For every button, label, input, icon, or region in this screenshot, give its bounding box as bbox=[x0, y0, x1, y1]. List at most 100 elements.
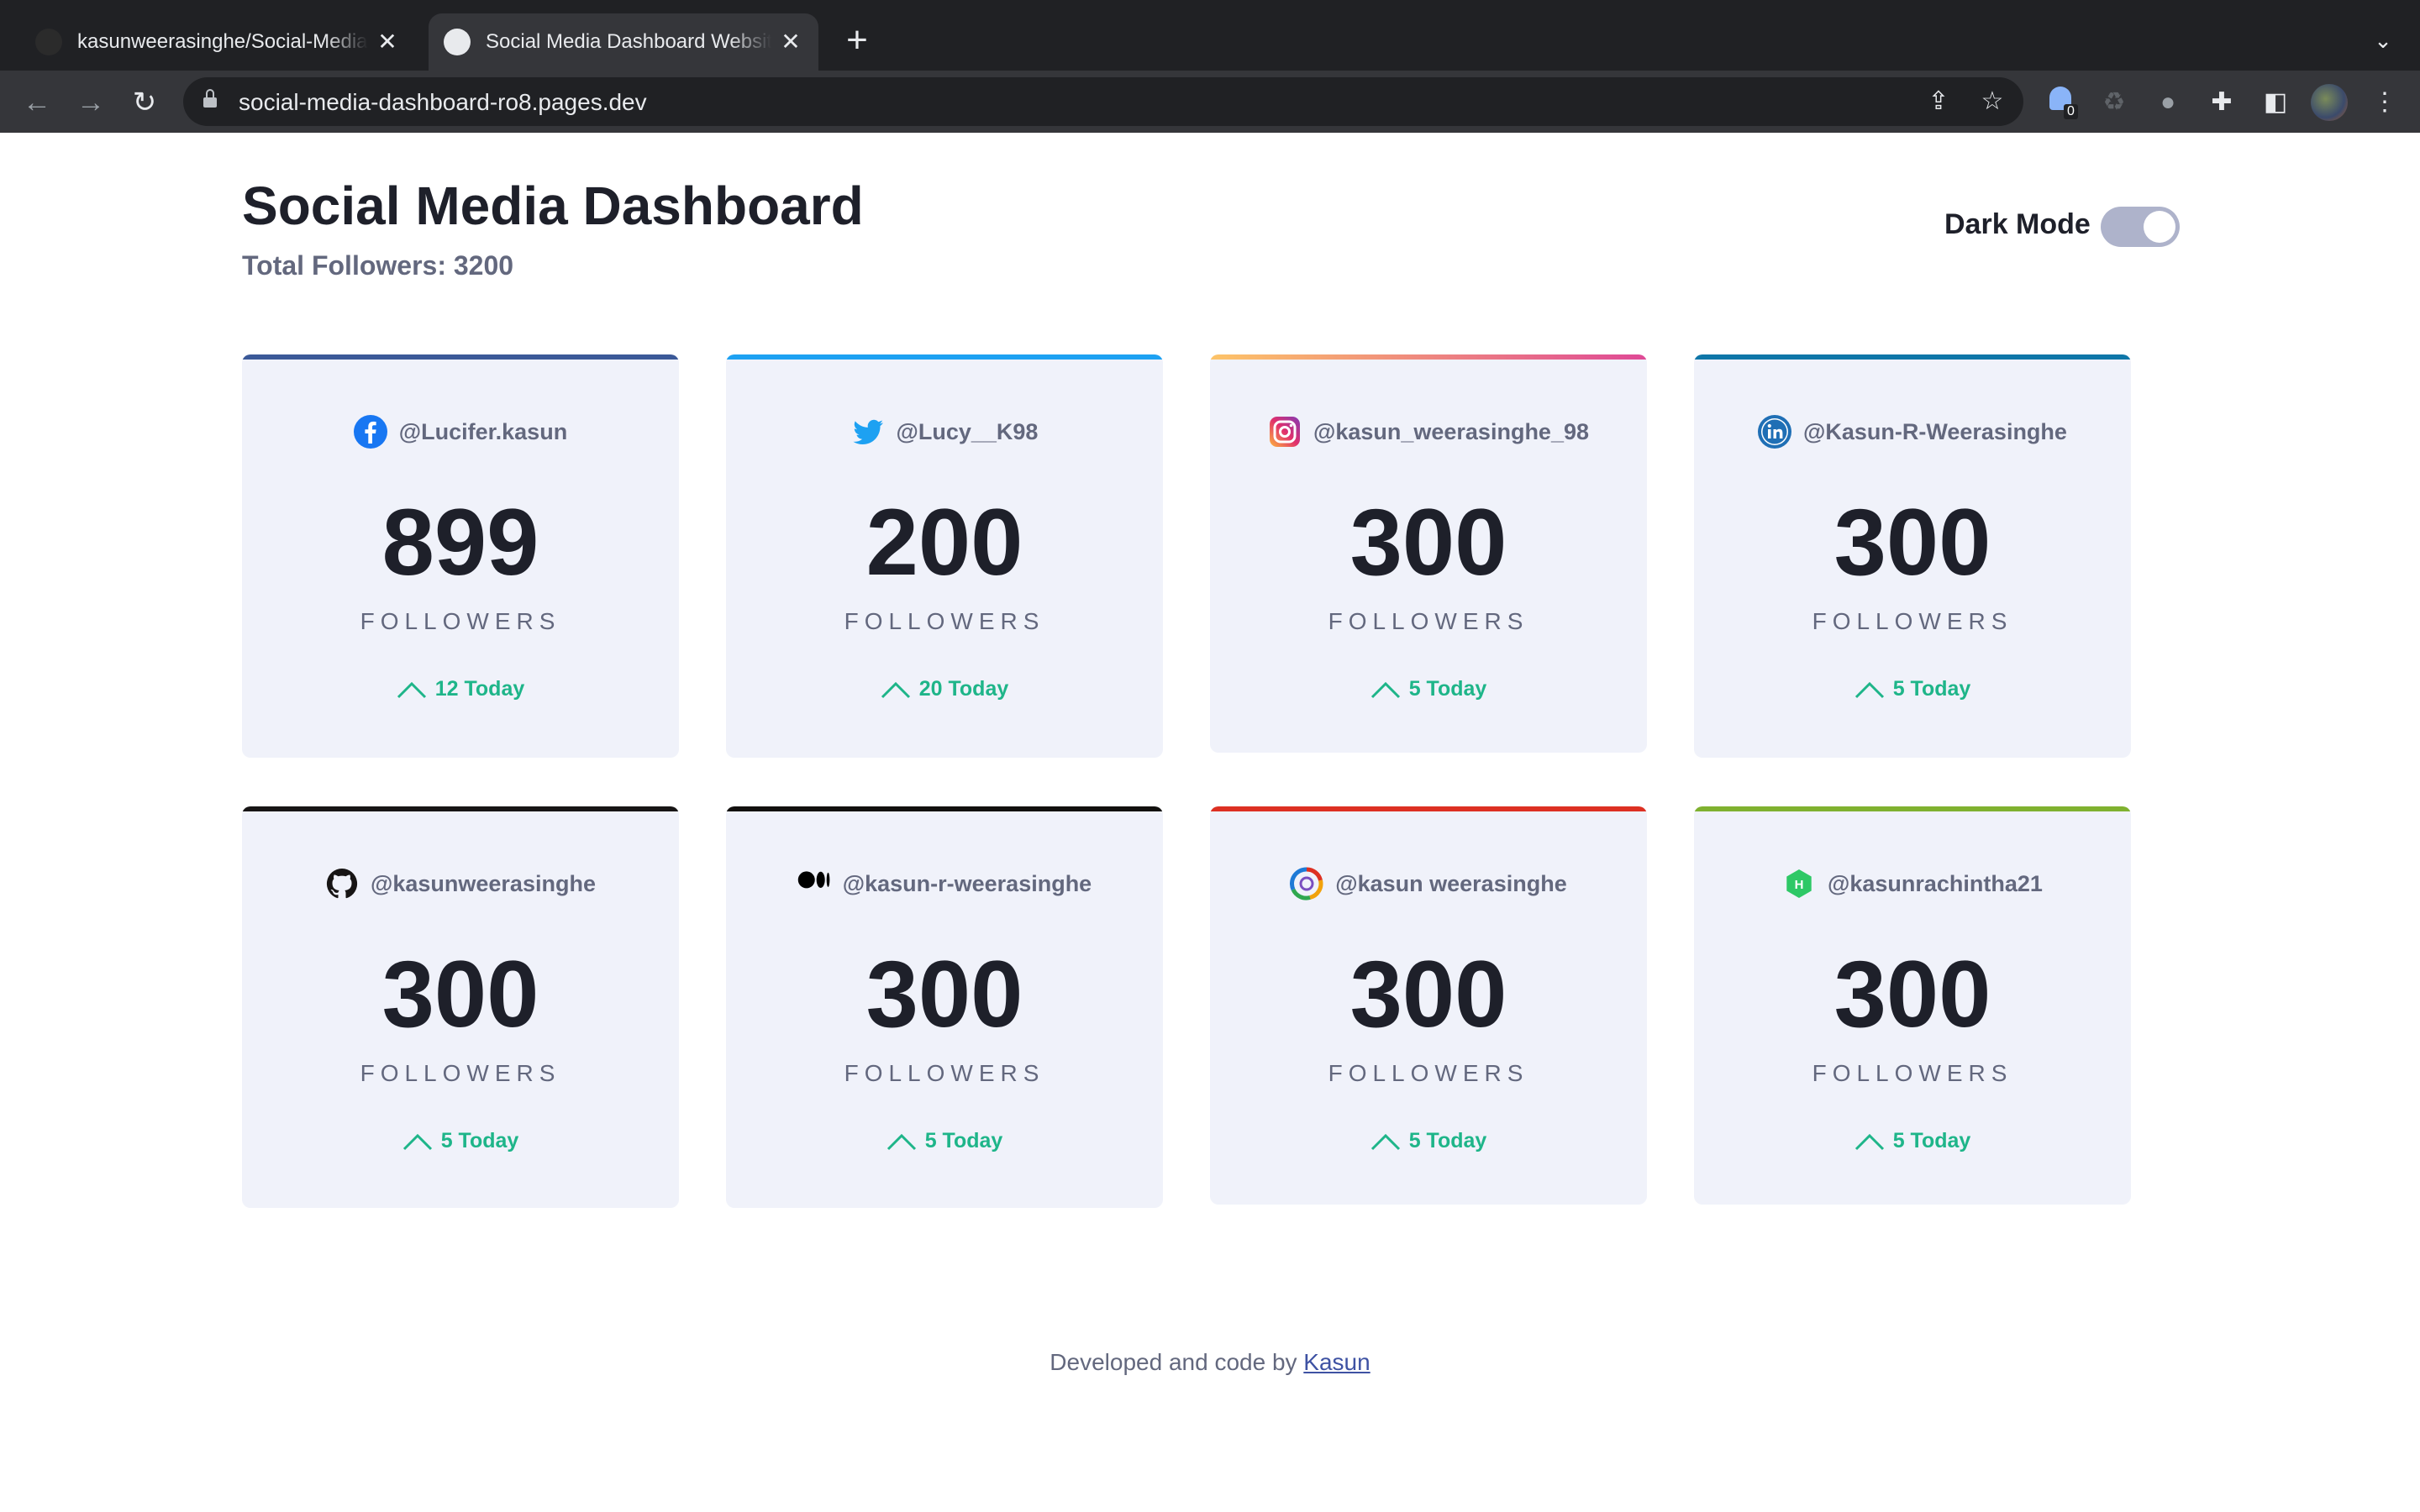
lock-icon bbox=[203, 89, 217, 108]
follower-count: 300 bbox=[1349, 490, 1507, 595]
share-icon[interactable]: ⇪ bbox=[1924, 87, 1953, 116]
card-handle: H @kasunrachintha21 bbox=[1694, 867, 2131, 900]
follower-card[interactable]: @kasun-r-weerasinghe 300 FOLLOWERS 5 Today bbox=[726, 806, 1163, 1208]
today-text: 20 Today bbox=[918, 677, 1009, 701]
card-accent-bar bbox=[1210, 354, 1647, 360]
handle-text: @kasun_weerasinghe_98 bbox=[1313, 418, 1589, 444]
github-icon bbox=[325, 867, 359, 900]
back-icon[interactable]: ← bbox=[18, 84, 55, 121]
card-handle: @kasunweerasinghe bbox=[242, 867, 679, 900]
card-accent-bar bbox=[242, 354, 679, 360]
follower-card[interactable]: @Kasun-R-Weerasinghe 300 FOLLOWERS 5 Today bbox=[1694, 354, 2131, 758]
card-handle: @kasun_weerasinghe_98 bbox=[1210, 415, 1647, 449]
footer: Developed and code by Kasun bbox=[0, 1349, 2420, 1376]
extension-ghost-icon[interactable]: 0 bbox=[2044, 86, 2078, 119]
close-icon[interactable]: ✕ bbox=[375, 29, 400, 55]
total-followers: Total Followers: 3200 bbox=[242, 250, 514, 281]
extension-bottle-icon[interactable]: ● bbox=[2151, 86, 2185, 119]
chevron-down-icon[interactable]: ⌄ bbox=[2368, 25, 2398, 55]
follower-card[interactable]: @kasun weerasinghe 300 FOLLOWERS 5 Today bbox=[1210, 806, 1647, 1205]
arrow-up-icon bbox=[886, 1133, 916, 1150]
tab-title: kasunweerasinghe/Social-Media-Dashboard bbox=[77, 30, 368, 53]
today-text: 5 Today bbox=[440, 1129, 519, 1152]
address-bar[interactable]: social-media-dashboard-ro8.pages.dev ⇪ ☆ bbox=[183, 77, 2023, 126]
globe-icon bbox=[444, 29, 471, 55]
card-accent-bar bbox=[726, 354, 1163, 360]
arrow-up-icon bbox=[397, 681, 426, 698]
handle-text: @Lucy__K98 bbox=[896, 418, 1039, 444]
new-tab-button[interactable]: + bbox=[840, 22, 874, 59]
browser-tab-strip: kasunweerasinghe/Social-Media-Dashboard … bbox=[0, 0, 2420, 71]
footer-text: Developed and code by bbox=[1050, 1349, 1297, 1375]
toggle-knob bbox=[2144, 211, 2175, 243]
dark-mode-toggle[interactable] bbox=[2101, 207, 2180, 247]
card-accent-bar bbox=[1210, 806, 1647, 811]
today-text: 5 Today bbox=[924, 1129, 1003, 1152]
profile-avatar[interactable] bbox=[2311, 84, 2348, 121]
github-favicon-icon bbox=[35, 29, 62, 55]
follower-count: 300 bbox=[381, 942, 539, 1047]
handle-text: @kasunrachintha21 bbox=[1828, 870, 2043, 896]
followers-label: FOLLOWERS bbox=[1812, 608, 2013, 634]
follower-card[interactable]: @Lucifer.kasun 899 FOLLOWERS 12 Today bbox=[242, 354, 679, 758]
today-text: 5 Today bbox=[1408, 677, 1487, 701]
today-change: 5 Today bbox=[1694, 1129, 2131, 1153]
card-accent-bar bbox=[1694, 354, 2131, 360]
arrow-up-icon bbox=[1854, 681, 1884, 698]
followers-label: FOLLOWERS bbox=[1812, 1060, 2013, 1086]
reload-icon[interactable]: ↻ bbox=[126, 84, 163, 121]
browser-toolbar: ← → ↻ social-media-dashboard-ro8.pages.d… bbox=[0, 71, 2420, 133]
follower-count: 200 bbox=[865, 490, 1023, 595]
handle-text: @Kasun-R-Weerasinghe bbox=[1803, 418, 2067, 444]
card-handle: @kasun-r-weerasinghe bbox=[726, 867, 1163, 900]
followers-label: FOLLOWERS bbox=[360, 608, 561, 634]
arrow-up-icon bbox=[1370, 681, 1400, 698]
forward-icon[interactable]: → bbox=[72, 84, 109, 121]
follower-card[interactable]: @Lucy__K98 200 FOLLOWERS 20 Today bbox=[726, 354, 1163, 758]
extension-recycle-icon[interactable]: ♻ bbox=[2097, 86, 2131, 119]
arrow-up-icon bbox=[1854, 1133, 1884, 1150]
today-change: 5 Today bbox=[1210, 677, 1647, 701]
follower-card[interactable]: @kasunweerasinghe 300 FOLLOWERS 5 Today bbox=[242, 806, 679, 1208]
today-text: 5 Today bbox=[1892, 677, 1971, 701]
dark-mode-label: Dark Mode bbox=[1944, 208, 2091, 240]
close-icon[interactable]: ✕ bbox=[778, 29, 803, 55]
url-text: social-media-dashboard-ro8.pages.dev bbox=[239, 89, 647, 115]
tab-dashboard[interactable]: Social Media Dashboard Website ✕ bbox=[429, 13, 818, 71]
today-change: 5 Today bbox=[726, 1129, 1163, 1153]
follower-card[interactable]: @kasun_weerasinghe_98 300 FOLLOWERS 5 Today bbox=[1210, 354, 1647, 753]
card-handle: @Lucifer.kasun bbox=[242, 415, 679, 449]
card-handle: @kasun weerasinghe bbox=[1210, 867, 1647, 900]
followers-label: FOLLOWERS bbox=[844, 1060, 1045, 1086]
extensions-puzzle-icon[interactable]: ✚ bbox=[2205, 86, 2238, 119]
arrow-up-icon bbox=[1370, 1133, 1400, 1150]
side-panel-icon[interactable]: ◧ bbox=[2259, 86, 2292, 119]
handle-text: @kasunweerasinghe bbox=[371, 870, 596, 896]
followers-label: FOLLOWERS bbox=[1328, 1060, 1529, 1086]
twitter-icon bbox=[851, 415, 885, 449]
extension-badge: 0 bbox=[2064, 104, 2078, 119]
arrow-up-icon bbox=[881, 681, 910, 698]
footer-author-link[interactable]: Kasun bbox=[1303, 1349, 1370, 1375]
handle-text: @kasun-r-weerasinghe bbox=[842, 870, 1092, 896]
follower-count: 300 bbox=[865, 942, 1023, 1047]
card-accent-bar bbox=[242, 806, 679, 811]
handle-text: @Lucifer.kasun bbox=[398, 418, 568, 444]
hackerrank-icon: H bbox=[1782, 867, 1816, 900]
card-accent-bar bbox=[1694, 806, 2131, 811]
today-change: 5 Today bbox=[1210, 1129, 1647, 1153]
today-change: 5 Today bbox=[242, 1129, 679, 1153]
today-text: 5 Today bbox=[1408, 1129, 1487, 1152]
followers-label: FOLLOWERS bbox=[360, 1060, 561, 1086]
today-text: 12 Today bbox=[434, 677, 525, 701]
bookmark-star-icon[interactable]: ☆ bbox=[1978, 87, 2007, 116]
follower-count: 899 bbox=[381, 490, 539, 595]
linkedin-icon bbox=[1758, 415, 1792, 449]
follower-count: 300 bbox=[1833, 942, 1991, 1047]
today-text: 5 Today bbox=[1892, 1129, 1971, 1152]
follower-count: 300 bbox=[1349, 942, 1507, 1047]
follower-card[interactable]: H @kasunrachintha21 300 FOLLOWERS 5 Today bbox=[1694, 806, 2131, 1205]
menu-kebab-icon[interactable]: ⋮ bbox=[2368, 86, 2402, 119]
stackshare-icon bbox=[1290, 867, 1323, 900]
tab-github[interactable]: kasunweerasinghe/Social-Media-Dashboard … bbox=[20, 13, 415, 71]
